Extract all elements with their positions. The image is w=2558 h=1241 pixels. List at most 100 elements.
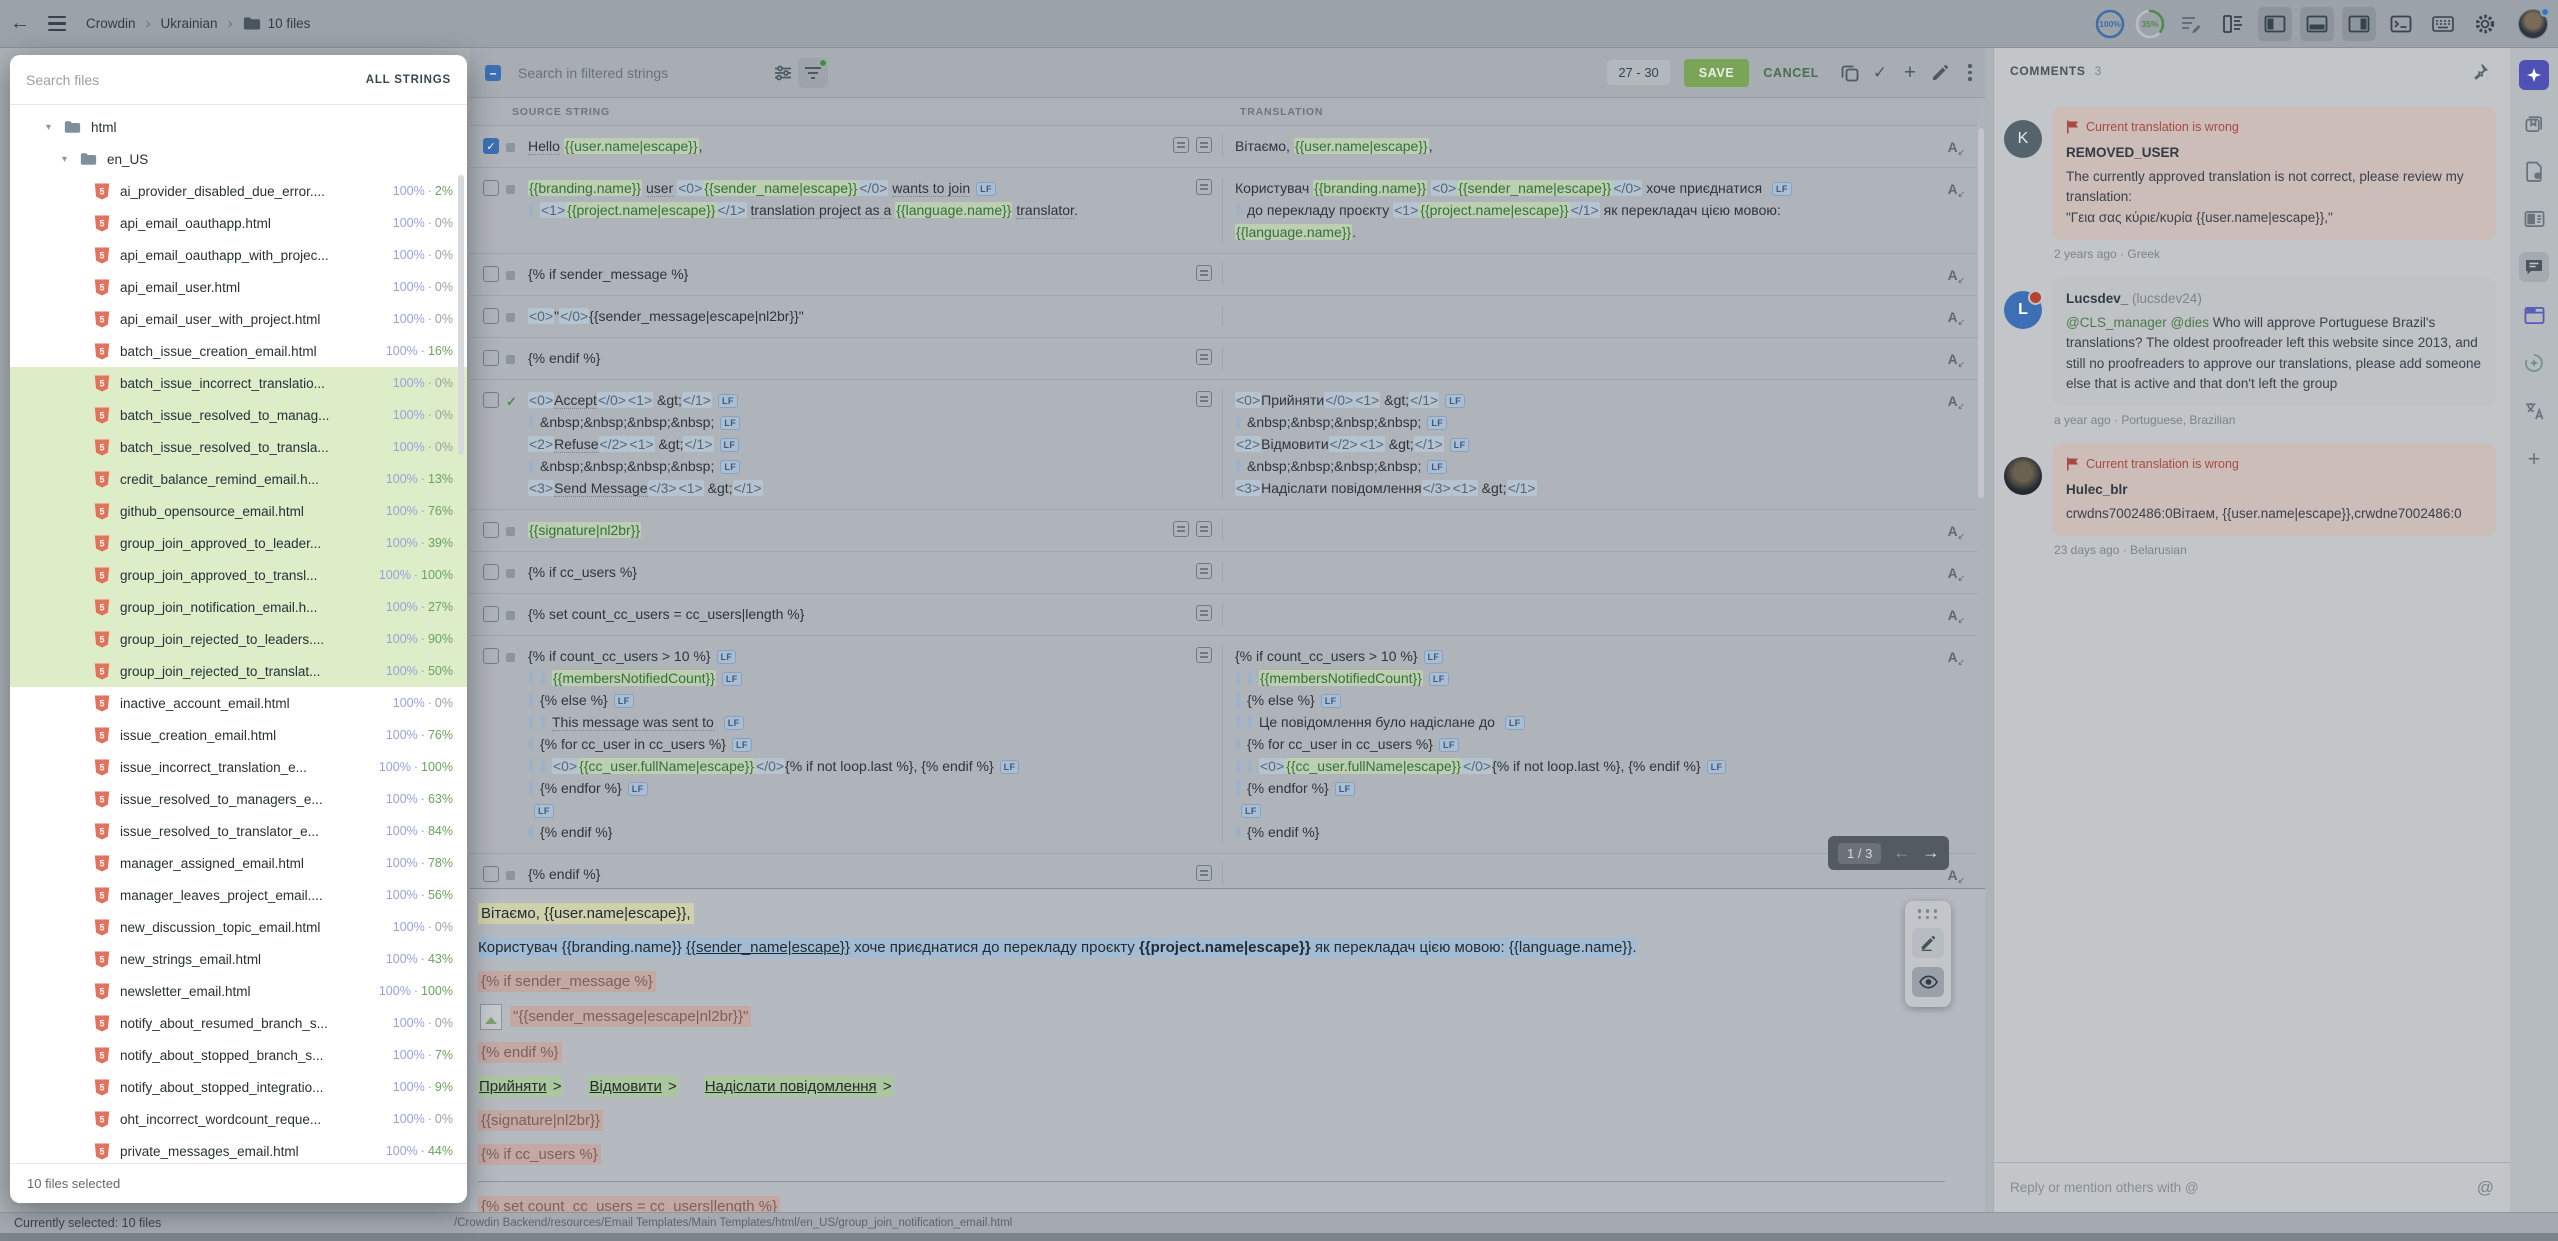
folder-row[interactable]: ▾html <box>10 111 467 143</box>
file-row[interactable]: 5issue_resolved_to_managers_e...100%·63% <box>10 783 467 815</box>
table-row[interactable]: {{branding.name}} user <0>{{sender_name|… <box>470 168 1977 254</box>
row-checkbox[interactable] <box>483 606 499 622</box>
screenshot-icon[interactable] <box>1196 647 1212 663</box>
drag-handle-icon[interactable] <box>1918 909 1939 919</box>
row-checkbox[interactable] <box>483 522 499 538</box>
filter-icon[interactable] <box>798 58 828 88</box>
toggle-right-panel-button[interactable] <box>2342 7 2376 41</box>
row-checkbox[interactable]: ✓ <box>483 138 499 154</box>
chevron-down-icon[interactable]: ▾ <box>46 122 60 133</box>
screenshot-icon[interactable] <box>1196 865 1212 881</box>
breadcrumb-project[interactable]: Crowdin <box>86 16 136 31</box>
machine-translation-icon[interactable]: A <box>1948 179 1965 205</box>
table-row[interactable]: {% set count_cc_users = cc_users|length … <box>470 594 1977 636</box>
table-row[interactable]: ✓ Hello {{user.name|escape}},Вітаємо, {{u… <box>470 126 1977 168</box>
machine-translation-icon[interactable]: A <box>1948 647 1965 673</box>
file-row[interactable]: 5notify_about_resumed_branch_s...100%·0% <box>10 1007 467 1039</box>
file-row[interactable]: 5group_join_rejected_to_translat...100%·… <box>10 655 467 687</box>
chevron-down-icon[interactable]: ▾ <box>62 154 76 165</box>
select-all-checkbox[interactable]: – <box>485 65 501 81</box>
draft-strings-icon[interactable] <box>2174 7 2208 41</box>
file-row[interactable]: 5batch_issue_resolved_to_transla...100%·… <box>10 431 467 463</box>
translation-memory-icon[interactable] <box>2519 108 2549 138</box>
cancel-button[interactable]: CANCEL <box>1763 66 1819 80</box>
file-row[interactable]: 5batch_issue_incorrect_translatio...100%… <box>10 367 467 399</box>
row-checkbox[interactable] <box>483 180 499 196</box>
row-checkbox[interactable] <box>483 392 499 408</box>
file-row[interactable]: 5batch_issue_resolved_to_manag...100%·0% <box>10 399 467 431</box>
file-row[interactable]: 5newsletter_email.html100%·100% <box>10 975 467 1007</box>
comment-card[interactable]: Lucsdev_ (lucsdev24)@CLS_manager @dies W… <box>2052 277 2496 406</box>
string-search-input[interactable] <box>518 65 768 81</box>
translation-cell[interactable]: A <box>1222 305 1977 327</box>
mention-at-icon[interactable]: @ <box>2477 1178 2494 1198</box>
file-row[interactable]: 5credit_balance_remind_email.h...100%·13… <box>10 463 467 495</box>
translation-cell[interactable]: Вітаємо, {{user.name|escape}},A <box>1222 135 1977 157</box>
string-context-icon[interactable] <box>1173 137 1189 153</box>
file-row[interactable]: 5issue_creation_email.html100%·76% <box>10 719 467 751</box>
file-row[interactable]: 5notify_about_stopped_integratio...100%·… <box>10 1071 467 1103</box>
file-row[interactable]: 5oht_incorrect_wordcount_reque...100%·0% <box>10 1103 467 1135</box>
comment-card[interactable]: Current translation is wrongREMOVED_USER… <box>2052 106 2496 240</box>
toggle-left-panel-button[interactable] <box>2258 7 2292 41</box>
translation-cell[interactable]: Користувач {{branding.name}} <0>{{sender… <box>1222 177 1977 243</box>
machine-translation-icon[interactable]: A <box>1948 349 1965 375</box>
table-scrollbar[interactable] <box>1978 128 1984 498</box>
comment-icon[interactable] <box>1196 179 1212 195</box>
source-string-cell[interactable]: {% endif %} <box>522 863 1222 885</box>
file-row[interactable]: 5ai_provider_disabled_due_error....100%·… <box>10 175 467 207</box>
machine-translation-icon[interactable]: A <box>1948 265 1965 291</box>
file-row[interactable]: 5api_email_oauthapp.html100%·0% <box>10 207 467 239</box>
copy-source-icon[interactable] <box>1835 58 1865 88</box>
breadcrumb-files[interactable]: 10 files <box>243 16 311 31</box>
add-string-icon[interactable]: + <box>1895 58 1925 88</box>
source-string-cell[interactable]: {% endif %} <box>522 347 1222 369</box>
row-checkbox[interactable] <box>483 564 499 580</box>
comment-reply-bar[interactable]: Reply or mention others with @ @ <box>1994 1162 2510 1212</box>
source-string-cell[interactable]: Hello {{user.name|escape}}, <box>522 135 1222 157</box>
row-checkbox[interactable] <box>483 866 499 882</box>
file-search-input[interactable] <box>26 72 366 88</box>
translation-cell[interactable]: A <box>1222 603 1977 625</box>
toggle-bottom-panel-button[interactable] <box>2300 7 2334 41</box>
machine-translation-icon[interactable]: A <box>1948 521 1965 547</box>
file-row[interactable]: 5group_join_notification_email.h...100%·… <box>10 591 467 623</box>
file-row[interactable]: 5private_messages_email.html100%·44% <box>10 1135 467 1163</box>
translation-cell[interactable]: A <box>1222 561 1977 583</box>
file-row[interactable]: 5group_join_approved_to_leader...100%·39… <box>10 527 467 559</box>
strings-list-view-icon[interactable] <box>2216 7 2250 41</box>
source-string-cell[interactable]: <0>"</0>{{sender_message|escape|nl2br}}" <box>522 305 1222 327</box>
file-row[interactable]: 5group_join_approved_to_transl...100%·10… <box>10 559 467 591</box>
edit-pencil-icon[interactable] <box>1925 58 1955 88</box>
file-tree-scrollbar[interactable] <box>458 175 464 455</box>
user-avatar[interactable] <box>2518 9 2548 39</box>
source-string-cell[interactable]: {% set count_cc_users = cc_users|length … <box>522 603 1222 625</box>
source-string-cell[interactable]: {% if cc_users %} <box>522 561 1222 583</box>
machine-translation-icon[interactable]: A <box>1948 605 1965 631</box>
table-row[interactable]: {% endif %}A <box>470 854 1977 888</box>
machine-translation-tab-icon[interactable] <box>2519 396 2549 426</box>
source-string-cell[interactable]: <0>Accept</0><1> &gt;</1>LF&nbsp;&nbsp;&… <box>522 389 1222 499</box>
comment-card[interactable]: Current translation is wrongHulec_blrcrw… <box>2052 443 2496 536</box>
screenshot-icon[interactable] <box>1196 605 1212 621</box>
approve-check-icon[interactable]: ✓ <box>1865 58 1895 88</box>
file-row[interactable]: 5api_email_user.html100%·0% <box>10 271 467 303</box>
table-row[interactable]: <0>"</0>{{sender_message|escape|nl2br}}"… <box>470 296 1977 338</box>
ai-suggestions-icon[interactable] <box>2519 348 2549 378</box>
preview-eye-icon[interactable] <box>1912 967 1944 997</box>
approved-progress-ring[interactable]: 35% <box>2134 8 2166 40</box>
breadcrumb-language[interactable]: Ukrainian <box>161 16 218 31</box>
screenshot-icon[interactable] <box>1196 349 1212 365</box>
machine-translation-icon[interactable]: A <box>1948 563 1965 589</box>
file-row[interactable]: 5github_opensource_email.html100%·76% <box>10 495 467 527</box>
file-row[interactable]: 5group_join_rejected_to_leaders....100%·… <box>10 623 467 655</box>
file-row[interactable]: 5issue_incorrect_translation_e...100%·10… <box>10 751 467 783</box>
file-row[interactable]: 5batch_issue_creation_email.html100%·16% <box>10 335 467 367</box>
string-info-icon[interactable] <box>2519 204 2549 234</box>
file-row[interactable]: 5manager_assigned_email.html100%·78% <box>10 847 467 879</box>
source-string-cell[interactable]: {% if sender_message %} <box>522 263 1222 285</box>
console-icon[interactable] <box>2384 7 2418 41</box>
comments-tab-icon[interactable] <box>2519 252 2549 282</box>
translation-cell[interactable]: A <box>1222 263 1977 285</box>
file-row[interactable]: 5api_email_oauthapp_with_projec...100%·0… <box>10 239 467 271</box>
